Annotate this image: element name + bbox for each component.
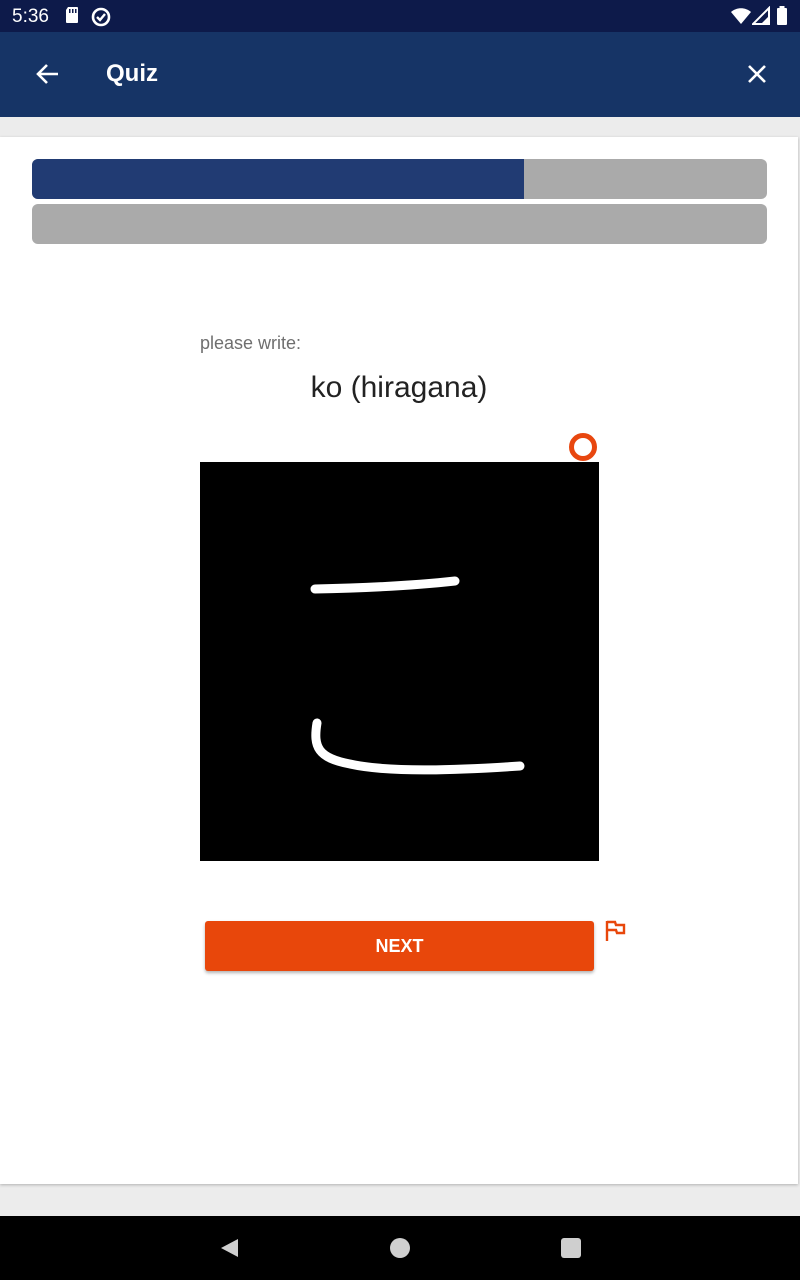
stroke-indicator-icon xyxy=(569,433,597,461)
quiz-progress-fill xyxy=(32,159,525,199)
quiz-card: please write: ko (hiragana) NEXT xyxy=(0,137,798,1184)
back-button[interactable] xyxy=(24,50,72,98)
stroke-2 xyxy=(311,718,525,775)
stroke-1 xyxy=(310,576,460,594)
battery-icon xyxy=(776,6,788,31)
close-button[interactable] xyxy=(733,50,781,98)
data-saver-icon xyxy=(90,6,112,33)
nav-back-icon[interactable] xyxy=(218,1236,242,1260)
close-icon xyxy=(733,65,781,102)
nav-home-icon[interactable] xyxy=(388,1236,412,1260)
report-button[interactable] xyxy=(603,918,629,944)
sd-card-icon xyxy=(64,6,80,29)
cell-signal-icon xyxy=(750,5,770,31)
quiz-progress-bar xyxy=(32,159,767,199)
status-time: 5:36 xyxy=(12,6,49,27)
handwriting-strokes xyxy=(310,576,525,775)
flag-icon xyxy=(603,920,629,948)
status-bar: 5:36 xyxy=(0,0,800,32)
prompt-character: ko (hiragana) xyxy=(310,371,488,404)
drawing-canvas[interactable] xyxy=(200,462,599,861)
app-title: Quiz xyxy=(106,60,158,87)
nav-recents-icon[interactable] xyxy=(559,1236,583,1260)
arrow-back-icon xyxy=(24,64,72,102)
prompt-label: please write: xyxy=(200,333,302,353)
answer-progress-bar xyxy=(32,204,767,244)
app-bar: Quiz xyxy=(0,32,800,117)
system-nav-bar xyxy=(0,1216,800,1280)
wifi-icon xyxy=(730,6,752,31)
next-button[interactable]: NEXT xyxy=(205,921,594,971)
